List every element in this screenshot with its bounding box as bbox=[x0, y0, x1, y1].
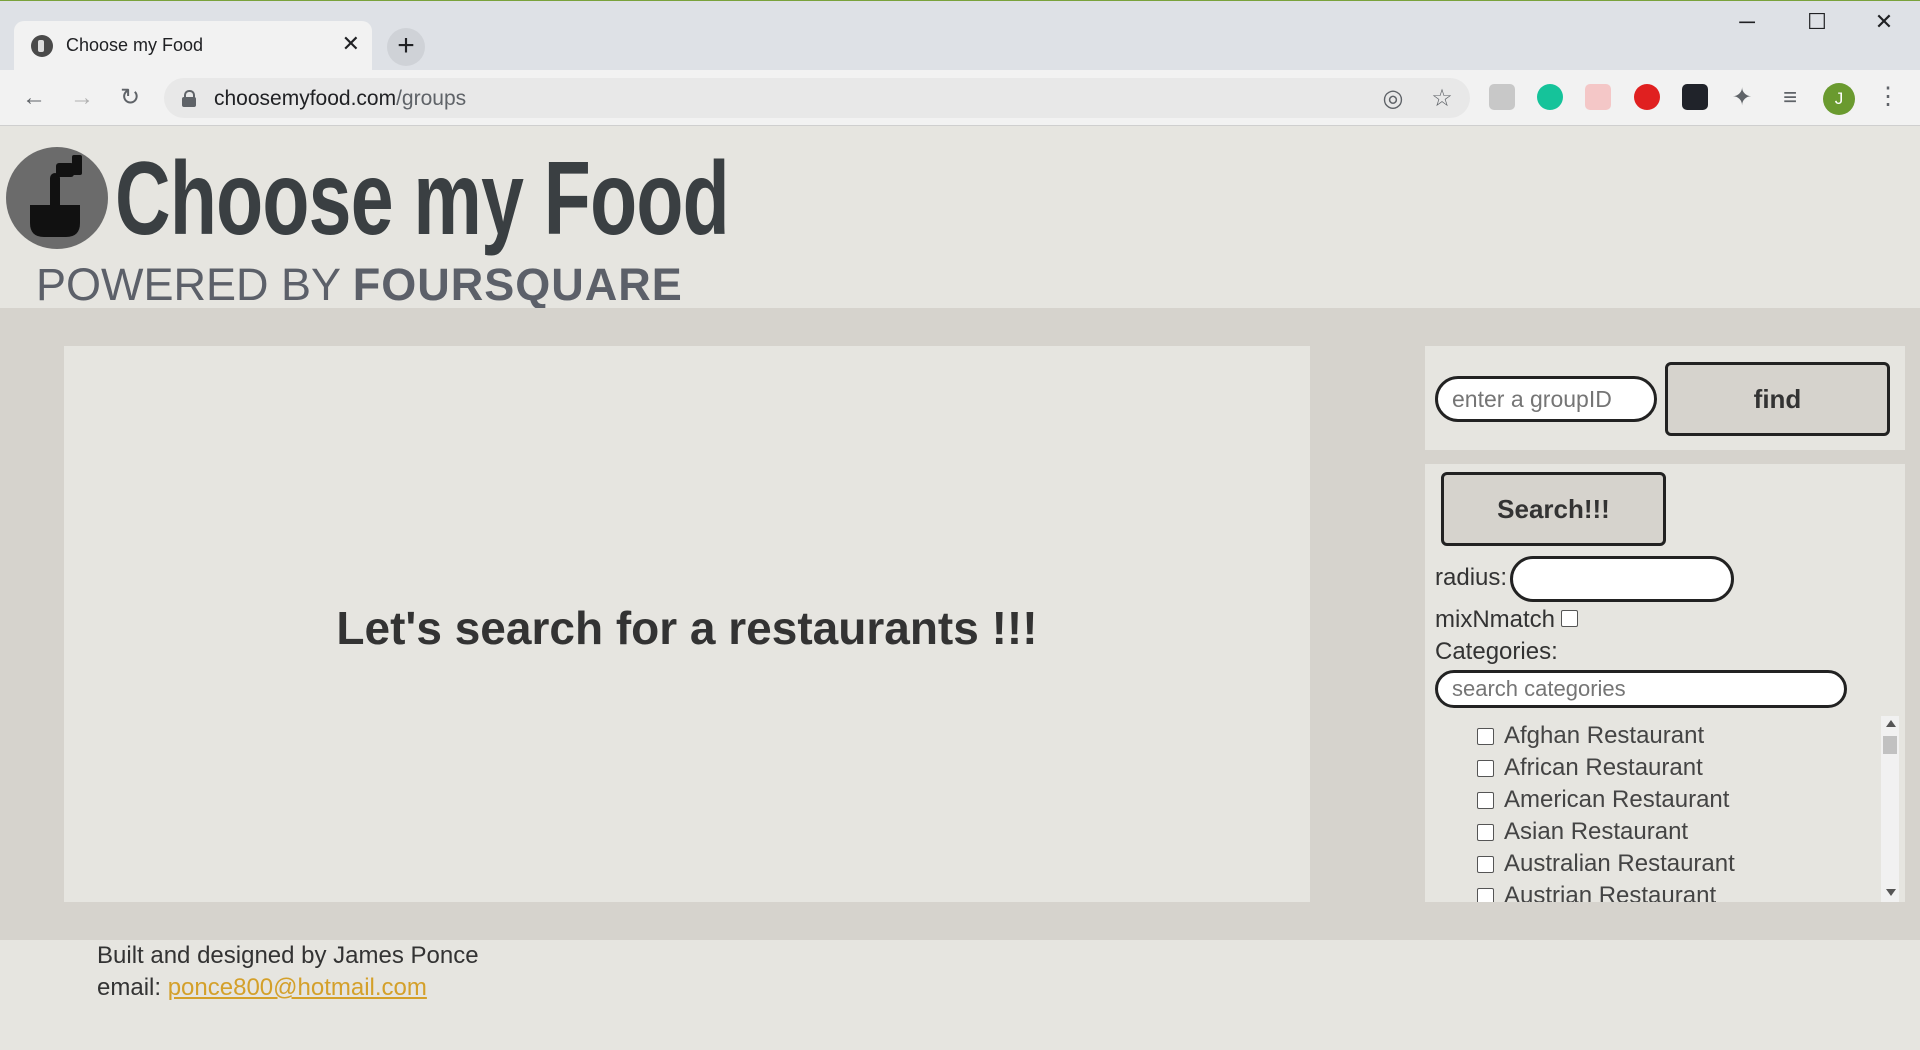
powered-by: POWERED BY FOURSQUARE bbox=[36, 259, 683, 311]
find-button[interactable]: find bbox=[1665, 362, 1890, 436]
content-band: Let's search for a restaurants !!! find … bbox=[0, 308, 1920, 940]
categories-scrollbar[interactable] bbox=[1881, 716, 1899, 902]
category-label: Asian Restaurant bbox=[1504, 818, 1689, 845]
category-label: African Restaurant bbox=[1504, 754, 1703, 781]
groupid-input[interactable] bbox=[1435, 376, 1657, 422]
address-bar[interactable]: choosemyfood.com/groups ◎ ☆ bbox=[164, 78, 1470, 118]
foursquare-brand: FOURSQUARE bbox=[352, 259, 683, 310]
category-checkbox[interactable] bbox=[1477, 888, 1494, 902]
footer-email-link[interactable]: ponce800@hotmail.com bbox=[168, 974, 427, 1001]
search-button[interactable]: Search!!! bbox=[1441, 472, 1666, 546]
url-path: /groups bbox=[396, 87, 467, 110]
extension-icon[interactable] bbox=[1585, 84, 1611, 110]
category-checkbox[interactable] bbox=[1477, 856, 1494, 873]
page: Choose my Food POWERED BY FOURSQUARE Let… bbox=[0, 126, 1920, 1050]
footer-email-line: email: ponce800@hotmail.com bbox=[97, 972, 479, 1004]
site-footer: Built and designed by James Ponce email:… bbox=[97, 940, 479, 1004]
powered-by-text: POWERED BY bbox=[36, 259, 341, 310]
category-item[interactable]: African Restaurant bbox=[1477, 754, 1857, 786]
react-devtools-icon[interactable] bbox=[1682, 84, 1708, 110]
category-checkbox[interactable] bbox=[1477, 792, 1494, 809]
scroll-thumb[interactable] bbox=[1883, 736, 1897, 754]
menu-kebab-icon[interactable]: ⋮ bbox=[1876, 82, 1900, 111]
scroll-up-icon[interactable] bbox=[1886, 720, 1896, 727]
site-header: Choose my Food POWERED BY FOURSQUARE bbox=[0, 126, 1920, 311]
category-checkbox[interactable] bbox=[1477, 824, 1494, 841]
window-close-button[interactable]: ✕ bbox=[1864, 9, 1904, 35]
grammarly-icon[interactable] bbox=[1537, 84, 1563, 110]
categories-search-input[interactable] bbox=[1435, 670, 1847, 708]
results-message: Let's search for a restaurants !!! bbox=[336, 602, 1038, 654]
category-item[interactable]: Australian Restaurant bbox=[1477, 850, 1857, 882]
browser-tabstrip: Choose my Food ✕ + ─ ☐ ✕ bbox=[0, 0, 1920, 71]
url-host: choosemyfood.com bbox=[214, 87, 397, 110]
logo-icon bbox=[6, 147, 108, 249]
lock-icon bbox=[182, 90, 196, 107]
extension-icon[interactable] bbox=[1489, 84, 1515, 110]
category-item[interactable]: Austrian Restaurant bbox=[1477, 882, 1857, 902]
category-label: American Restaurant bbox=[1504, 786, 1730, 813]
favicon-icon bbox=[31, 35, 53, 57]
category-label: Austrian Restaurant bbox=[1504, 882, 1717, 902]
minimize-button[interactable]: ─ bbox=[1727, 9, 1767, 35]
category-checkbox[interactable] bbox=[1477, 728, 1494, 745]
browser-toolbar: ← → ↻ choosemyfood.com/groups ◎ ☆ ✦ ≡ J … bbox=[0, 70, 1920, 126]
footer-email-label: email: bbox=[97, 974, 162, 1001]
profile-avatar[interactable]: J bbox=[1823, 83, 1855, 115]
browser-tab[interactable]: Choose my Food ✕ bbox=[14, 21, 372, 71]
category-checkbox[interactable] bbox=[1477, 760, 1494, 777]
extensions-puzzle-icon[interactable]: ✦ bbox=[1726, 82, 1758, 114]
group-panel: find bbox=[1425, 346, 1905, 450]
tab-close-button[interactable]: ✕ bbox=[342, 32, 360, 56]
categories-label: Categories: bbox=[1435, 638, 1558, 665]
url-text: choosemyfood.com/groups bbox=[214, 87, 466, 111]
location-icon[interactable]: ◎ bbox=[1378, 84, 1408, 113]
footer-credit: Built and designed by James Ponce bbox=[97, 942, 479, 969]
forward-icon[interactable]: → bbox=[66, 82, 98, 114]
results-panel: Let's search for a restaurants !!! bbox=[64, 346, 1310, 902]
mixnmatch-checkbox[interactable] bbox=[1561, 610, 1578, 627]
category-label: Afghan Restaurant bbox=[1504, 722, 1705, 749]
maximize-button[interactable]: ☐ bbox=[1797, 9, 1837, 35]
back-icon[interactable]: ← bbox=[18, 82, 50, 114]
radius-input[interactable] bbox=[1510, 556, 1734, 602]
adblock-icon[interactable] bbox=[1634, 84, 1660, 110]
new-tab-button[interactable]: + bbox=[387, 28, 425, 66]
bookmark-star-icon[interactable]: ☆ bbox=[1427, 84, 1457, 113]
reload-icon[interactable]: ↻ bbox=[114, 82, 146, 114]
radius-label: radius: bbox=[1435, 564, 1508, 591]
mixnmatch-label: mixNmatch bbox=[1435, 606, 1556, 633]
category-label: Australian Restaurant bbox=[1504, 850, 1735, 877]
tab-title: Choose my Food bbox=[66, 35, 204, 55]
media-queue-icon[interactable]: ≡ bbox=[1774, 82, 1806, 114]
scroll-down-icon[interactable] bbox=[1886, 889, 1896, 896]
search-panel: Search!!! radius: mixNmatch Categories: … bbox=[1425, 464, 1905, 902]
site-title: Choose my Food bbox=[115, 141, 730, 257]
category-item[interactable]: Afghan Restaurant bbox=[1477, 722, 1857, 754]
category-item[interactable]: American Restaurant bbox=[1477, 786, 1857, 818]
category-item[interactable]: Asian Restaurant bbox=[1477, 818, 1857, 850]
